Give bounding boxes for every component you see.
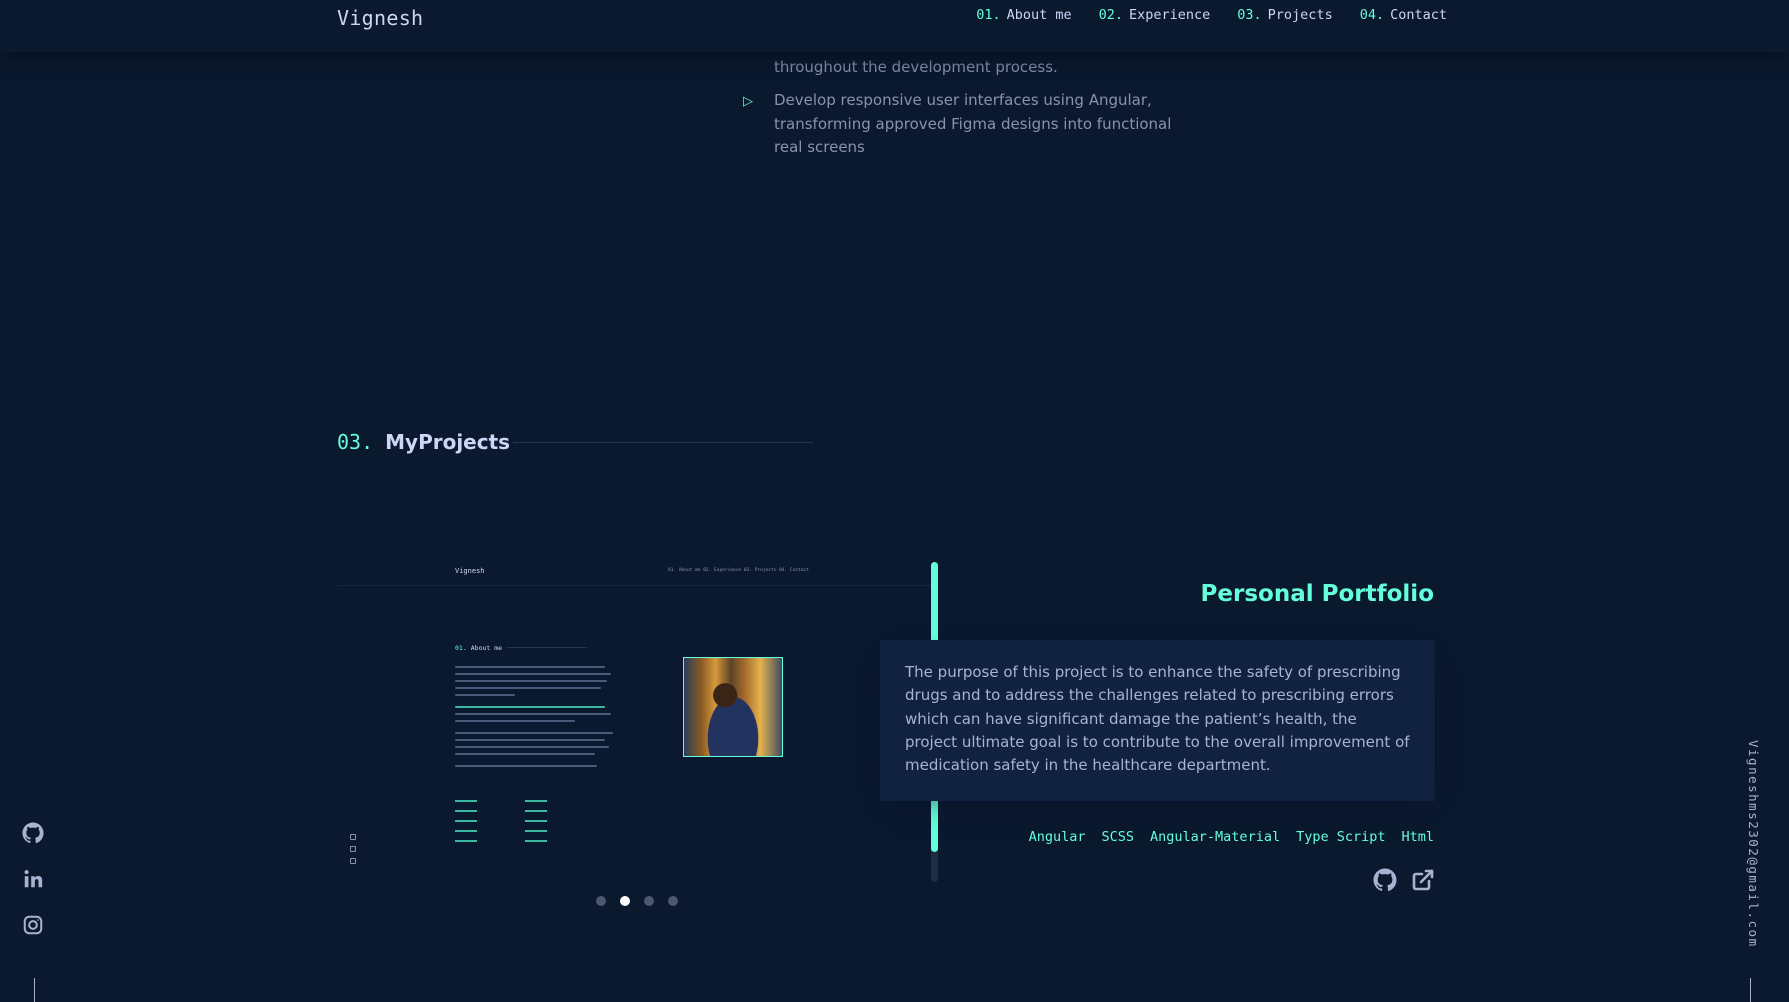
bullet-arrow-icon: ▷ [743, 94, 753, 109]
preview-heading-title: About me [470, 644, 503, 652]
experience-bullet: Develop responsive user interfaces using… [774, 91, 1172, 156]
nav-link-number: 01. [976, 7, 1001, 23]
nav-link-contact[interactable]: 04. Contact [1360, 7, 1447, 23]
project-description: The purpose of this project is to enhanc… [880, 640, 1435, 802]
preview-navbar: Vignesh 01. About me 02. Experience 03. … [337, 558, 933, 586]
carousel-dot-4[interactable] [668, 896, 678, 906]
carousel-dot-3[interactable] [644, 896, 654, 906]
preview-paragraphs [455, 666, 613, 772]
social-sidebar [22, 822, 44, 936]
tech-item: Angular [1028, 829, 1086, 845]
carousel-dot-1[interactable] [596, 896, 606, 906]
nav-link-label: Contact [1390, 7, 1447, 23]
nav-link-number: 03. [1237, 7, 1262, 23]
section-divider [513, 442, 813, 443]
tech-item: Html [1401, 829, 1434, 845]
nav-link-number: 04. [1359, 7, 1385, 23]
preview-heading-number: 01. [455, 644, 467, 652]
nav-link-label: Projects [1267, 7, 1333, 23]
nav-link-label: Experience [1129, 7, 1211, 23]
section-title: MyProjects [385, 430, 511, 454]
section-number: 03. [337, 430, 374, 454]
linkedin-icon[interactable] [22, 868, 44, 890]
projects-heading: 03. MyProjects [337, 430, 510, 454]
carousel-dots [596, 896, 678, 906]
project-tech-list: Angular SCSS Angular-Material Type Scrip… [1029, 829, 1434, 845]
experience-text-continued: throughout the development process. [774, 58, 1058, 76]
github-icon[interactable] [22, 822, 44, 844]
brand-logo[interactable]: Vignesh [337, 6, 423, 30]
sidebar-line-left [34, 978, 35, 1002]
preview-brand: Vignesh [455, 567, 485, 575]
project-links [1373, 868, 1435, 892]
tech-item: SCSS [1101, 829, 1135, 845]
preview-divider [507, 647, 587, 648]
preview-skills-list [455, 800, 595, 842]
preview-profile-photo [683, 657, 783, 757]
tech-item: Angular-Material [1150, 829, 1281, 845]
top-navbar: Vignesh 01. About me 02. Experience 03. Pro… [0, 0, 1789, 52]
nav-link-number: 02. [1098, 7, 1123, 23]
tech-item: Type Script [1296, 829, 1386, 845]
project-title[interactable]: Personal Portfolio [1201, 581, 1434, 607]
nav-link-about[interactable]: 01. About me [976, 7, 1071, 23]
carousel-dot-2[interactable] [620, 896, 630, 906]
nav-links: 01. About me 02. Experience 03. Projects 04… [976, 7, 1447, 23]
preview-heading: 01. About me [455, 644, 502, 652]
sidebar-line-right [1750, 978, 1751, 1002]
nav-link-experience[interactable]: 02. Experience [1099, 7, 1211, 23]
external-link-icon[interactable] [1411, 868, 1435, 892]
nav-link-label: About me [1006, 7, 1072, 23]
project-preview-image[interactable]: Vignesh 01. About me 02. Experience 03. … [337, 558, 933, 884]
email-link[interactable]: Vigneshms2302@gmail.com [1746, 740, 1761, 948]
preview-nav-links: 01. About me 02. Experience 03. Projects… [668, 568, 809, 573]
github-icon[interactable] [1373, 868, 1397, 892]
preview-social-icons [350, 834, 356, 864]
instagram-icon[interactable] [22, 914, 44, 936]
nav-link-projects[interactable]: 03. Projects [1237, 7, 1332, 23]
